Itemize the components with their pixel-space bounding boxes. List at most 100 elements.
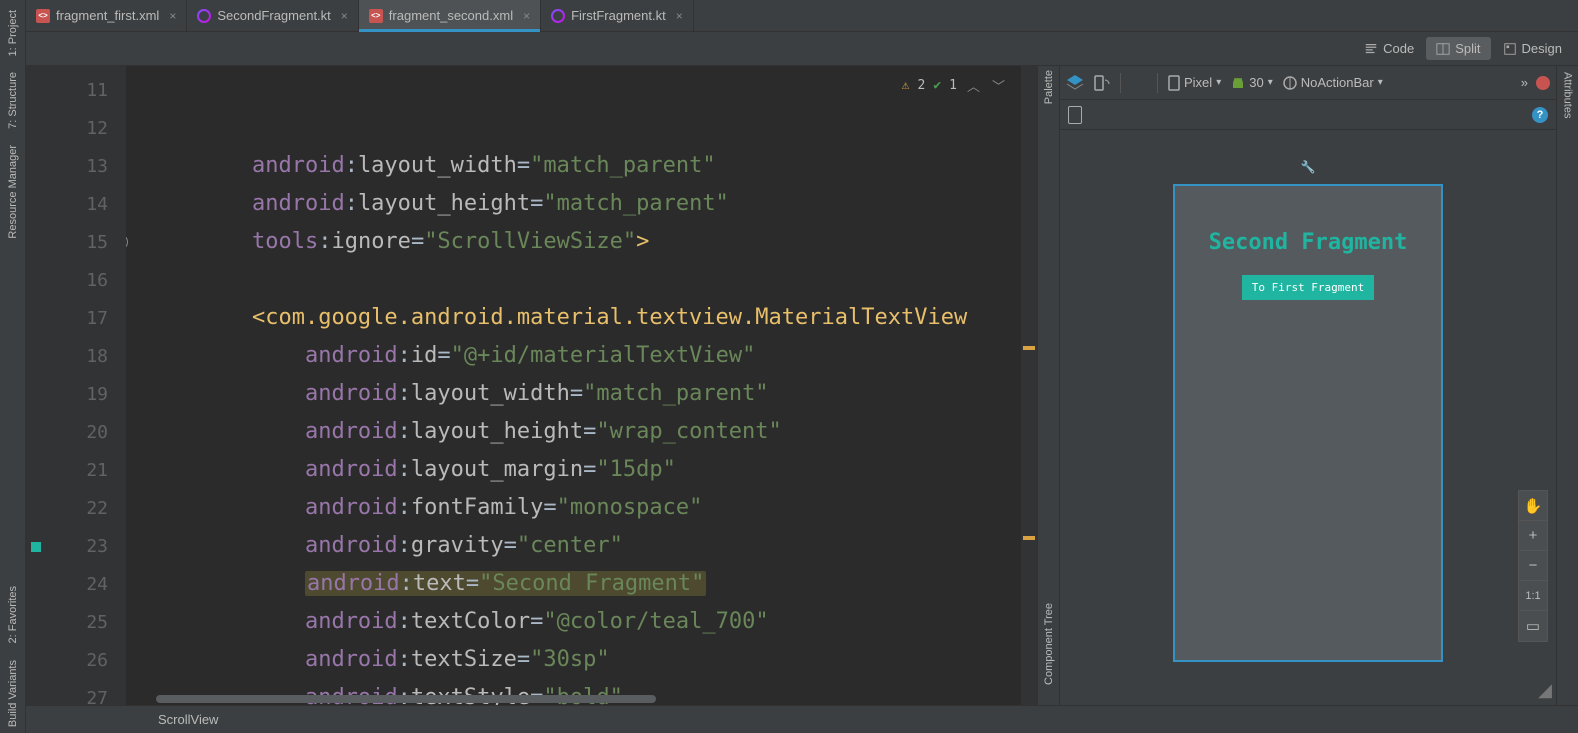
view-mode-design[interactable]: Design [1493, 37, 1572, 60]
tab-label: fragment_second.xml [389, 8, 513, 23]
horizontal-scrollbar[interactable] [126, 693, 1021, 705]
code-line[interactable]: android:id="@+id/materialTextView" [146, 337, 1021, 375]
night-mode-icon[interactable] [1131, 75, 1147, 91]
device-selector[interactable]: Pixel ▾ [1168, 75, 1221, 91]
next-highlight-icon[interactable]: ﹀ [990, 76, 1007, 95]
resize-grip-icon[interactable]: ◢ [1538, 680, 1552, 701]
view-mode-code[interactable]: Code [1354, 37, 1424, 60]
api-selector[interactable]: 30 ▾ [1231, 75, 1273, 90]
close-icon[interactable]: × [169, 9, 176, 23]
warning-marker[interactable] [1023, 346, 1035, 350]
code-line[interactable]: android:layout_height="wrap_content" [146, 413, 1021, 451]
editor-tabs: <>fragment_first.xml×SecondFragment.kt×<… [26, 0, 1578, 32]
code-line[interactable]: android:fontFamily="monospace" [146, 489, 1021, 527]
error-stripe[interactable] [1021, 66, 1037, 705]
code-line[interactable]: android:text="Second Fragment" [146, 565, 1021, 603]
line-number[interactable]: 11 [46, 72, 108, 110]
layout-preview: Palette Component Tree [1038, 66, 1578, 705]
zoom-fit-button[interactable]: 1:1 [1519, 581, 1547, 611]
line-number[interactable]: 13 [46, 148, 108, 186]
editor-tab[interactable]: FirstFragment.kt × [541, 0, 694, 31]
tab-label: FirstFragment.kt [571, 8, 666, 23]
structure-tool[interactable]: 7: Structure [5, 66, 21, 135]
line-number[interactable]: 24 [46, 566, 108, 604]
line-number[interactable]: 23 [46, 528, 108, 566]
line-number[interactable]: 18 [46, 338, 108, 376]
component-tree-label: Component Tree [1043, 603, 1055, 685]
color-gutter-icon[interactable] [31, 542, 41, 552]
view-mode-bar: Code Split Design [26, 32, 1578, 66]
preview-textview[interactable]: Second Fragment [1209, 230, 1408, 255]
passed-count: 1 [949, 78, 957, 93]
help-icon[interactable]: ? [1532, 107, 1548, 123]
project-tool[interactable]: 1: Project [5, 4, 21, 62]
build-variants-tool[interactable]: Build Variants [5, 654, 21, 733]
more-actions-icon[interactable]: » [1521, 75, 1528, 90]
gutter: 1112131415161718192021222324252627 [26, 66, 126, 705]
design-surface-icon[interactable] [1066, 74, 1084, 92]
close-icon[interactable]: × [676, 9, 683, 23]
line-number[interactable]: 21 [46, 452, 108, 490]
editor-tab[interactable]: SecondFragment.kt× [187, 0, 358, 31]
tab-label: fragment_first.xml [56, 8, 159, 23]
check-icon: ✔ [933, 78, 941, 93]
device-frame[interactable]: Second Fragment To First Fragment [1173, 184, 1443, 662]
attributes-panel[interactable]: Attributes [1556, 66, 1578, 705]
theme-selector[interactable]: NoActionBar ▾ [1283, 75, 1383, 90]
favorites-tool[interactable]: 2: Favorites [5, 580, 21, 649]
code-line[interactable]: android:layout_width="match_parent" [146, 375, 1021, 413]
orientation-icon[interactable] [1092, 74, 1110, 92]
warning-marker[interactable] [1023, 536, 1035, 540]
wrench-icon[interactable]: 🔧 [1301, 160, 1316, 174]
error-indicator-icon[interactable] [1536, 76, 1550, 90]
line-number[interactable]: 12 [46, 110, 108, 148]
preview-button[interactable]: To First Fragment [1242, 275, 1375, 300]
code-line[interactable]: android:gravity="center" [146, 527, 1021, 565]
kotlin-file-icon [197, 9, 211, 23]
zoom-in-button[interactable]: + [1519, 521, 1547, 551]
line-number[interactable]: 27 [46, 680, 108, 718]
design-canvas[interactable]: 🔧 Second Fragment To First Fragment ✋ + … [1060, 130, 1556, 705]
zoom-out-button[interactable]: − [1519, 551, 1547, 581]
line-number[interactable]: 26 [46, 642, 108, 680]
default-device-icon[interactable] [1068, 106, 1082, 124]
inspection-widget[interactable]: ⚠2 ✔1 ︿ ﹀ [898, 74, 1011, 97]
palette-panel[interactable]: Palette Component Tree [1038, 66, 1060, 705]
code-line[interactable]: android:layout_height="match_parent" [146, 185, 1021, 223]
code-editor[interactable]: 1112131415161718192021222324252627 ⚠2 ✔1… [26, 66, 1037, 705]
line-number[interactable]: 16 [46, 262, 108, 300]
line-number[interactable]: 22 [46, 490, 108, 528]
palette-label: Palette [1043, 70, 1055, 104]
code-line[interactable]: tools:ignore="ScrollViewSize"> [146, 223, 1021, 261]
left-tool-rail: 1: Project 7: Structure Resource Manager… [0, 0, 26, 733]
code-line[interactable]: android:layout_margin="15dp" [146, 451, 1021, 489]
line-number[interactable]: 17 [46, 300, 108, 338]
line-number[interactable]: 15 [46, 224, 108, 262]
warning-count: 2 [917, 78, 925, 93]
close-icon[interactable]: × [523, 9, 530, 23]
status-bar: ScrollView [26, 705, 1578, 733]
xml-file-icon: <> [369, 9, 383, 23]
attributes-label: Attributes [1562, 72, 1574, 705]
line-number[interactable]: 25 [46, 604, 108, 642]
editor-tab[interactable]: <>fragment_first.xml× [26, 0, 187, 31]
code-line[interactable] [146, 261, 1021, 299]
zoom-frame-button[interactable]: ▭ [1519, 611, 1547, 641]
fold-icon[interactable]: – [126, 234, 128, 250]
pan-button[interactable]: ✋ [1519, 491, 1547, 521]
preview-toolbar: Pixel ▾ 30 ▾ NoActionBar ▾ » [1060, 66, 1556, 100]
kotlin-file-icon [551, 9, 565, 23]
editor-tab[interactable]: <> fragment_second.xml × [359, 0, 541, 31]
view-mode-split[interactable]: Split [1426, 37, 1490, 60]
line-number[interactable]: 19 [46, 376, 108, 414]
code-line[interactable]: <com.google.android.material.textview.Ma… [146, 299, 1021, 337]
line-number[interactable]: 14 [46, 186, 108, 224]
close-icon[interactable]: × [341, 9, 348, 23]
code-line[interactable]: android:layout_width="match_parent" [146, 147, 1021, 185]
code-line[interactable]: android:textSize="30sp" [146, 641, 1021, 679]
line-number[interactable]: 20 [46, 414, 108, 452]
resource-manager-tool[interactable]: Resource Manager [5, 139, 21, 245]
code-line[interactable]: android:textColor="@color/teal_700" [146, 603, 1021, 641]
zoom-controls: ✋ + − 1:1 ▭ [1518, 490, 1548, 642]
prev-highlight-icon[interactable]: ︿ [965, 76, 982, 95]
